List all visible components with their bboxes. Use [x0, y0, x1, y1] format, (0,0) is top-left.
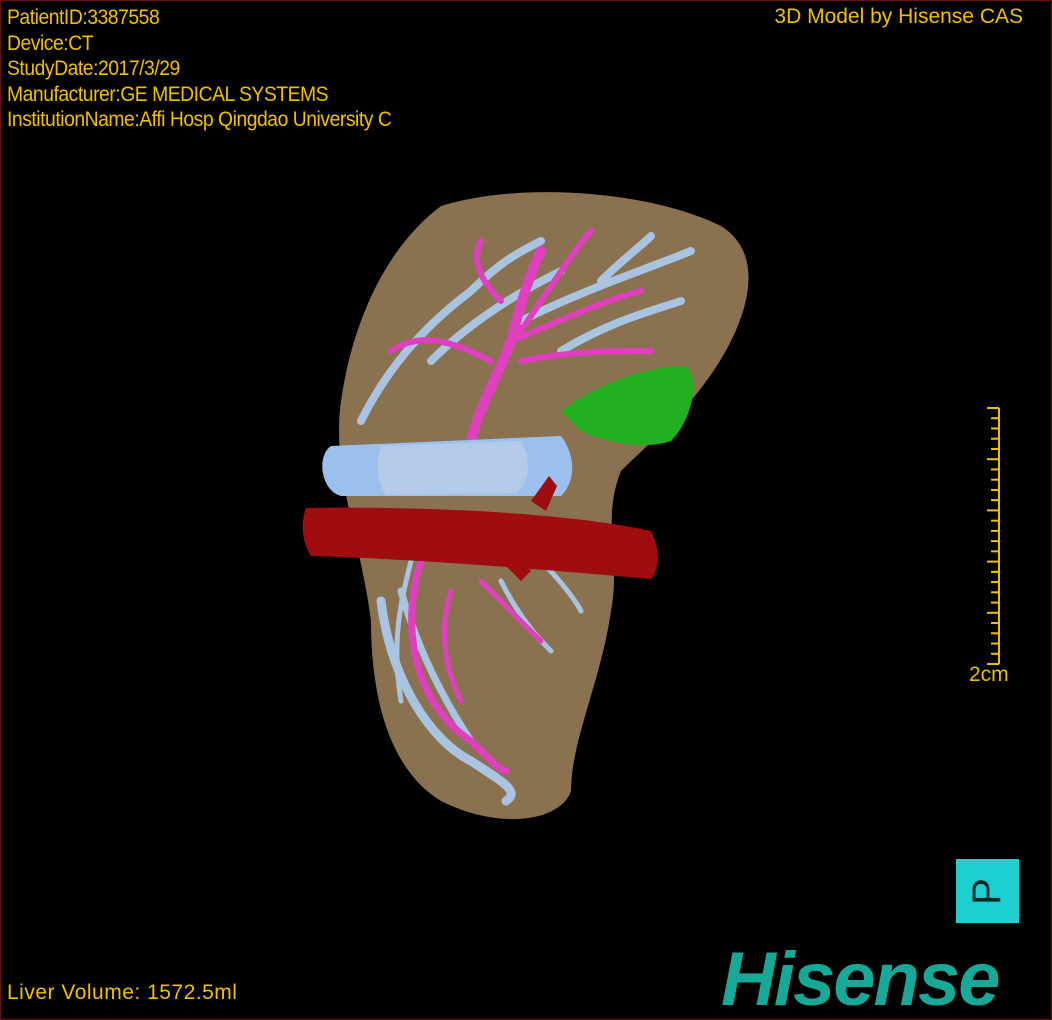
manufacturer: Manufacturer:GE MEDICAL SYSTEMS: [7, 82, 329, 106]
scale-bar-label: 2cm: [969, 663, 1009, 686]
hisense-logo: Hisense: [721, 937, 1000, 1020]
model-credit: 3D Model by Hisense CAS: [774, 5, 1023, 28]
ivc-shading: [377, 441, 528, 495]
liver-volume: Liver Volume: 1572.5ml: [7, 981, 238, 1004]
study-date: StudyDate:2017/3/29: [7, 57, 180, 80]
orientation-marker[interactable]: P: [956, 859, 1019, 923]
institution-name: InstitutionName:Affi Hosp Qingdao Univer…: [7, 108, 392, 131]
device: Device:CT: [7, 31, 94, 55]
orientation-label: P: [965, 877, 1009, 905]
dicom-info-overlay: PatientID:3387558 Device:CT StudyDate:20…: [7, 5, 425, 133]
3d-viewport[interactable]: PatientID:3387558 Device:CT StudyDate:20…: [0, 0, 1052, 1020]
liver-3d-model[interactable]: [1, 1, 1051, 1019]
patient-id: PatientID:3387558: [7, 6, 160, 29]
scale-bar: [987, 407, 1000, 665]
